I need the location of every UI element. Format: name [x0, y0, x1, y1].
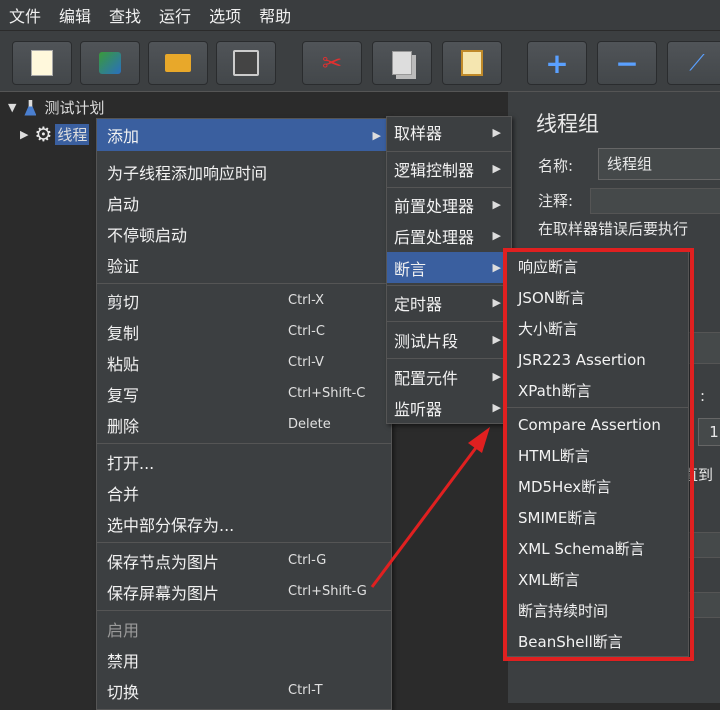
menu-item-toggle[interactable]: 切换 Ctrl-T — [97, 675, 391, 706]
collapse-button[interactable]: − — [597, 41, 657, 85]
expand-button[interactable]: + — [527, 41, 587, 85]
menu-item-save-node-image[interactable]: 保存节点为图片 Ctrl-G — [97, 545, 391, 576]
submenu-arrow-icon: ▶ — [492, 401, 501, 414]
paste-icon — [461, 50, 483, 76]
expand-arrow-icon[interactable]: ▼ — [8, 101, 16, 114]
annotation-highlight-box — [503, 248, 694, 661]
context-menu: 添加 ▶ 为子线程添加响应时间 启动 不停顿启动 验证 剪切 Ctrl-X 复制 C… — [96, 118, 392, 710]
plus-icon: + — [545, 46, 569, 80]
comment-field[interactable] — [590, 188, 720, 214]
submenu-item-sampler[interactable]: 取样器 ▶ — [387, 117, 511, 147]
menu-separator — [97, 283, 391, 284]
new-icon — [31, 50, 53, 76]
menu-separator — [387, 187, 511, 188]
menu-file[interactable]: 文件 — [0, 3, 50, 27]
submenu-item-test-fragment[interactable]: 测试片段 ▶ — [387, 324, 511, 355]
panel-title: 线程组 — [536, 112, 599, 136]
collapse-arrow-icon[interactable]: ▶ — [20, 128, 28, 141]
submenu-arrow-icon: ▶ — [492, 333, 501, 346]
comment-label: 注释: — [538, 192, 574, 210]
menu-item-add[interactable]: 添加 ▶ — [97, 119, 391, 151]
menu-separator — [97, 542, 391, 543]
submenu-arrow-icon: ▶ — [492, 125, 501, 139]
submenu-item-post-processor[interactable]: 后置处理器 ▶ — [387, 220, 511, 251]
submenu-arrow-icon: ▶ — [492, 261, 501, 274]
cut-icon: ✂ — [321, 49, 343, 77]
tree-node-thread-group[interactable]: ▶ ⚙ 线程 — [20, 122, 90, 146]
submenu-arrow-icon: ▶ — [492, 370, 501, 383]
tree-node-test-plan[interactable]: ▼ 测试计划 — [8, 97, 104, 118]
new-button[interactable] — [12, 41, 72, 85]
submenu-item-pre-processor[interactable]: 前置处理器 ▶ — [387, 189, 511, 220]
menu-edit[interactable]: 编辑 — [50, 3, 100, 27]
menu-item-enable[interactable]: 启用 — [97, 613, 391, 644]
menu-item[interactable]: 验证 — [97, 250, 391, 280]
copy-button[interactable] — [372, 41, 432, 85]
annotation-arrow-line — [370, 444, 480, 588]
templates-button[interactable] — [80, 41, 140, 85]
menu-item-delete[interactable]: 删除 Delete — [97, 409, 391, 440]
menu-separator — [387, 285, 511, 286]
menu-separator — [97, 443, 391, 444]
toolbar: ✂ + − ⟋ — [0, 31, 720, 92]
submenu-item-config-element[interactable]: 配置元件 ▶ — [387, 361, 511, 392]
menu-item-copy[interactable]: 复制 Ctrl-C — [97, 316, 391, 347]
tree-label: 测试计划 — [44, 99, 105, 117]
menu-separator — [387, 151, 511, 152]
minus-icon: − — [615, 46, 639, 80]
menu-item-save-selection[interactable]: 选中部分保存为... — [97, 508, 391, 539]
save-button[interactable] — [216, 41, 276, 85]
submenu-arrow-icon: ▶ — [492, 162, 501, 175]
menu-run[interactable]: 运行 — [150, 3, 200, 27]
toggle-icon: ⟋ — [689, 50, 705, 76]
gear-icon: ⚙ — [34, 122, 53, 146]
save-icon — [233, 50, 259, 76]
menu-separator — [387, 321, 511, 322]
cut-button[interactable]: ✂ — [302, 41, 362, 85]
toggle-button[interactable]: ⟋ — [667, 41, 720, 85]
menu-search[interactable]: 查找 — [100, 3, 150, 27]
menu-item[interactable]: 为子线程添加响应时间 — [97, 157, 391, 187]
open-button[interactable] — [148, 41, 208, 85]
name-label: 名称: — [538, 157, 574, 175]
menu-item[interactable]: 启动 — [97, 188, 391, 218]
menu-separator — [387, 358, 511, 359]
menu-item-duplicate[interactable]: 复写 Ctrl+Shift-C — [97, 378, 391, 409]
submenu-arrow-icon: ▶ — [372, 128, 381, 142]
menu-item-disable[interactable]: 禁用 — [97, 644, 391, 675]
name-field[interactable]: 线程组 — [598, 148, 720, 180]
menu-separator — [97, 610, 391, 611]
add-submenu: 取样器 ▶ 逻辑控制器 ▶ 前置处理器 ▶ 后置处理器 ▶ 断言 ▶ 定时器 ▶ 测试片段 ▶… — [386, 116, 512, 424]
tree-label: 线程 — [55, 123, 90, 145]
menu-item-paste[interactable]: 粘贴 Ctrl-V — [97, 347, 391, 378]
submenu-arrow-icon: ▶ — [492, 296, 501, 309]
submenu-item-timer[interactable]: 定时器 ▶ — [387, 287, 511, 318]
templates-icon — [99, 52, 121, 74]
submenu-item-logic-controller[interactable]: 逻辑控制器 ▶ — [387, 153, 511, 184]
menu-bar: 文件 编辑 查找 运行 选项 帮助 — [0, 0, 720, 30]
paste-button[interactable] — [442, 41, 502, 85]
menu-item-save-screen-image[interactable]: 保存屏幕为图片 Ctrl+Shift-G — [97, 576, 391, 607]
number-field[interactable]: 1 — [698, 418, 720, 446]
flask-icon — [24, 99, 37, 116]
menu-help[interactable]: 帮助 — [250, 3, 300, 27]
field-fragment: : — [700, 387, 706, 405]
menu-item-open[interactable]: 打开... — [97, 446, 391, 477]
open-icon — [165, 54, 191, 72]
annotation-arrowhead — [468, 427, 490, 453]
menu-item[interactable]: 不停顿启动 — [97, 219, 391, 249]
annotation-arrow — [370, 427, 490, 588]
menu-item-cut[interactable]: 剪切 Ctrl-X — [97, 285, 391, 316]
submenu-item-assertions[interactable]: 断言 ▶ — [387, 252, 511, 283]
submenu-arrow-icon: ▶ — [492, 198, 501, 211]
menu-item-merge[interactable]: 合并 — [97, 477, 391, 508]
menu-options[interactable]: 选项 — [200, 3, 250, 27]
copy-icon — [392, 51, 412, 75]
submenu-arrow-icon: ▶ — [492, 229, 501, 242]
error-action-label: 在取样器错误后要执行 — [538, 220, 689, 238]
